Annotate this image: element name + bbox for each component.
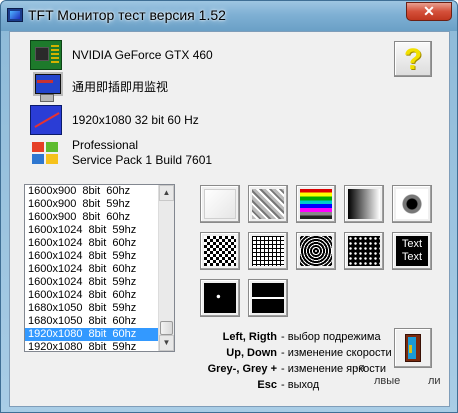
scroll-up-arrow-icon[interactable]: ▲ — [159, 185, 174, 201]
overlap-text: ли — [428, 375, 441, 387]
windows-logo-icon — [30, 138, 62, 168]
mode-list-item[interactable]: 1920x1080 8bit 59hz — [25, 341, 159, 351]
gpu-name: NVIDIA GeForce GTX 460 — [72, 47, 213, 62]
color-bars-test-button[interactable] — [296, 185, 336, 223]
info-row-monitor: 通用即插即用监视 — [30, 72, 168, 102]
grid-icon — [252, 236, 284, 266]
white-screen-icon — [204, 189, 236, 219]
key-row: Up, Down - изменение скорости — [226, 347, 392, 359]
white-screen-test-button[interactable] — [200, 185, 240, 223]
window-title: TFT Монитор тест версия 1.52 — [28, 7, 226, 23]
overlap-text: -я — [355, 362, 365, 374]
mode-list-item[interactable]: 1600x1024 8bit 60hz — [25, 263, 159, 276]
app-icon — [7, 8, 23, 22]
title-bar[interactable]: TFT Монитор тест версия 1.52 ✕ — [1, 1, 457, 31]
info-row-resolution: 1920x1080 32 bit 60 Hz — [30, 105, 199, 135]
text-test-label: Text Text — [396, 236, 428, 266]
scroll-thumb[interactable] — [160, 321, 173, 335]
resolution-icon — [30, 105, 62, 135]
diagonal-gradient-icon — [252, 189, 284, 219]
monitor-name: 通用即插即用监视 — [72, 79, 169, 94]
scroll-down-arrow-icon[interactable]: ▼ — [159, 335, 174, 351]
os-version: Professional Service Pack 1 Build 7601 — [72, 138, 213, 167]
main-panel: NVIDIA GeForce GTX 460 通用即插即用监视 1920x108… — [9, 31, 450, 407]
grayscale-gradient-test-button[interactable] — [344, 185, 384, 223]
exit-button[interactable] — [394, 328, 432, 368]
grayscale-gradient-icon — [348, 189, 380, 219]
key-row: Esc - выход — [257, 379, 320, 391]
diagonal-gradient-test-button[interactable] — [248, 185, 288, 223]
info-row-os: Professional Service Pack 1 Build 7601 — [30, 138, 212, 168]
color-bars-icon — [300, 189, 332, 219]
mode-list-item[interactable]: 1600x1024 8bit 60hz — [25, 237, 159, 250]
help-button[interactable]: ? — [394, 41, 432, 77]
text-test-button[interactable]: Text Text — [392, 232, 432, 270]
single-dot-icon — [204, 283, 236, 313]
display-mode-list[interactable]: 1600x900 8bit 60hz 1600x900 8bit 59hz 1600… — [24, 184, 175, 352]
line-test-button[interactable] — [248, 279, 288, 317]
checkerboard-icon — [204, 236, 236, 266]
dot-pattern-icon — [348, 236, 380, 266]
checkerboard-test-button[interactable] — [200, 232, 240, 270]
mode-list-item[interactable]: 1600x900 8bit 60hz — [25, 211, 159, 224]
radial-gradient-icon — [396, 189, 428, 219]
radial-gradient-test-button[interactable] — [392, 185, 432, 223]
mode-list-item[interactable]: 1600x900 8bit 60hz — [25, 185, 159, 198]
info-row-gpu: NVIDIA GeForce GTX 460 — [30, 40, 213, 70]
current-resolution: 1920x1080 32 bit 60 Hz — [72, 112, 199, 127]
concentric-circles-icon — [300, 236, 332, 266]
question-mark-icon: ? — [403, 43, 423, 76]
exit-door-icon — [405, 334, 421, 362]
mode-list-item[interactable]: 1600x900 8bit 59hz — [25, 198, 159, 211]
single-dot-test-button[interactable] — [200, 279, 240, 317]
mode-list-item[interactable]: 1600x1024 8bit 59hz — [25, 250, 159, 263]
mode-list-item[interactable]: 1680x1050 8bit 60hz — [25, 315, 159, 328]
app-window: TFT Монитор тест версия 1.52 ✕ NVIDIA Ge… — [0, 0, 458, 413]
overlap-text: лвые — [374, 375, 401, 387]
horizontal-line-icon — [252, 283, 284, 313]
graphics-card-icon — [30, 40, 62, 70]
monitor-icon — [30, 72, 63, 102]
close-button[interactable]: ✕ — [406, 2, 452, 21]
mode-list-scrollbar[interactable]: ▲ ▼ — [158, 185, 174, 351]
key-row: Left, Rigth - выбор подрежима — [222, 331, 381, 343]
mode-list-item[interactable]: 1920x1080 8bit 60hz — [25, 328, 159, 341]
key-help: Left, Rigth - выбор подрежима Up, Down - и… — [195, 329, 392, 393]
grid-test-button[interactable] — [248, 232, 288, 270]
mode-list-item[interactable]: 1600x1024 8bit 59hz — [25, 276, 159, 289]
mode-list-item[interactable]: 1680x1050 8bit 59hz — [25, 302, 159, 315]
mode-items: 1600x900 8bit 60hz 1600x900 8bit 59hz 1600… — [25, 185, 159, 351]
mode-list-item[interactable]: 1600x1024 8bit 60hz — [25, 289, 159, 302]
dot-pattern-test-button[interactable] — [344, 232, 384, 270]
mode-list-item[interactable]: 1600x1024 8bit 59hz — [25, 224, 159, 237]
concentric-circles-test-button[interactable] — [296, 232, 336, 270]
